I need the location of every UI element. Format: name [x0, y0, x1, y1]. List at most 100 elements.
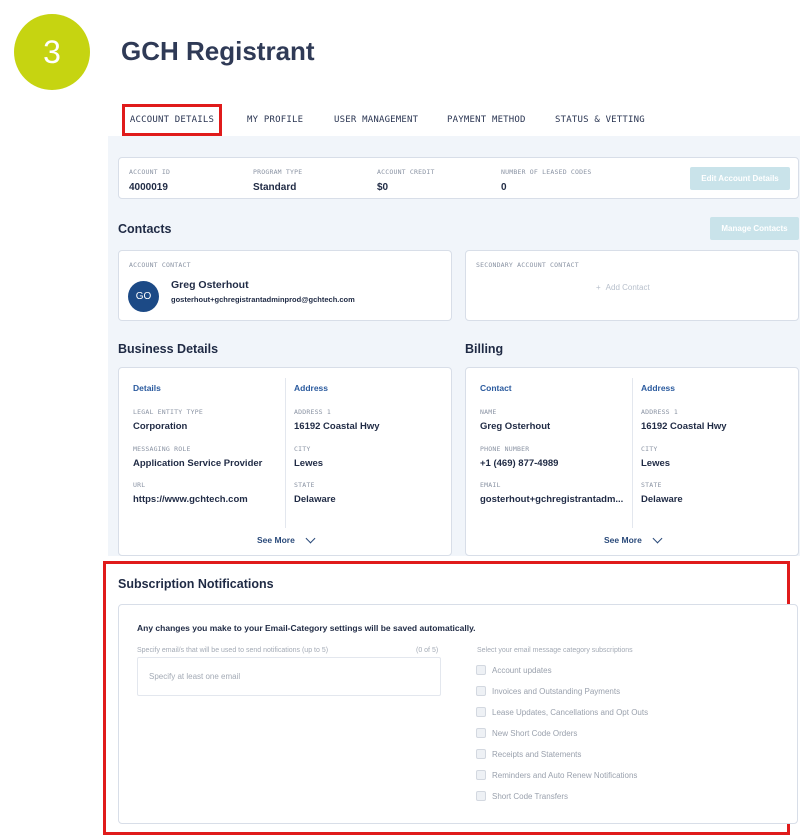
- subscription-notice: Any changes you make to your Email-Categ…: [137, 623, 476, 633]
- category-lease-updates[interactable]: Lease Updates, Cancellations and Opt Out…: [476, 707, 648, 717]
- leased-codes-label: NUMBER OF LEASED CODES: [501, 168, 592, 176]
- messaging-role-value: Application Service Provider: [133, 458, 263, 469]
- secondary-contact-label: SECONDARY ACCOUNT CONTACT: [476, 261, 579, 269]
- email-count: (0 of 5): [416, 647, 439, 654]
- account-id-label: ACCOUNT ID: [129, 168, 171, 176]
- billing-title: Billing: [465, 342, 504, 356]
- messaging-role-field: MESSAGING ROLE Application Service Provi…: [133, 445, 262, 469]
- see-more-label: See More: [257, 535, 295, 545]
- contact-name: Greg Osterhout: [171, 279, 249, 291]
- chevron-down-icon: [305, 533, 316, 543]
- subscription-title: Subscription Notifications: [118, 577, 274, 591]
- category-label: Invoices and Outstanding Payments: [492, 686, 621, 696]
- business-see-more-button[interactable]: See More: [257, 533, 316, 545]
- checkbox[interactable]: [476, 728, 486, 738]
- tab-payment-method[interactable]: PAYMENT METHOD: [447, 104, 526, 136]
- billing-city-field: CITY Lewes: [641, 445, 670, 469]
- category-short-code-transfers[interactable]: Short Code Transfers: [476, 791, 568, 801]
- business-details-head: Details: [133, 383, 161, 393]
- legal-entity-label: LEGAL ENTITY TYPE: [133, 408, 203, 416]
- tab-my-profile[interactable]: MY PROFILE: [247, 104, 303, 136]
- edit-account-details-button[interactable]: Edit Account Details: [690, 167, 790, 190]
- category-hint: Select your email message category subsc…: [477, 647, 633, 654]
- category-label: Account updates: [492, 665, 552, 675]
- column-divider: [285, 378, 286, 528]
- billing-email-value: gosterhout+gchregistrantadm...: [480, 494, 624, 505]
- business-state-value: Delaware: [294, 494, 336, 505]
- add-contact-button[interactable]: + Add Contact: [596, 283, 650, 292]
- subscription-card: Any changes you make to your Email-Categ…: [118, 604, 798, 824]
- secondary-contact-card: SECONDARY ACCOUNT CONTACT + Add Contact: [465, 250, 799, 321]
- billing-see-more-button[interactable]: See More: [604, 533, 663, 545]
- billing-address-head: Address: [641, 383, 676, 393]
- email-input[interactable]: Specify at least one email: [137, 657, 441, 696]
- category-label: New Short Code Orders: [492, 728, 578, 738]
- checkbox[interactable]: [476, 686, 486, 696]
- account-id-value: 4000019: [129, 182, 168, 193]
- chevron-down-icon: [652, 533, 663, 543]
- billing-state-label: STATE: [641, 481, 662, 489]
- add-contact-label: Add Contact: [605, 283, 650, 292]
- account-credit-label: ACCOUNT CREDIT: [377, 168, 435, 176]
- billing-name-label: NAME: [480, 408, 497, 416]
- messaging-role-label: MESSAGING ROLE: [133, 445, 191, 453]
- business-address-head: Address: [294, 383, 329, 393]
- checkbox[interactable]: [476, 707, 486, 717]
- category-receipts[interactable]: Receipts and Statements: [476, 749, 581, 759]
- category-invoices[interactable]: Invoices and Outstanding Payments: [476, 686, 620, 696]
- url-label: URL: [133, 481, 146, 489]
- email-hint: Specify email/s that will be used to sen…: [137, 647, 329, 654]
- category-new-short-code-orders[interactable]: New Short Code Orders: [476, 728, 577, 738]
- business-state-label: STATE: [294, 481, 315, 489]
- see-more-label: See More: [604, 535, 642, 545]
- checkbox[interactable]: [476, 770, 486, 780]
- tab-bar: ACCOUNT DETAILS MY PROFILE USER MANAGEME…: [108, 104, 800, 136]
- legal-entity-field: LEGAL ENTITY TYPE Corporation: [133, 408, 203, 432]
- checkbox[interactable]: [476, 665, 486, 675]
- tab-user-management[interactable]: USER MANAGEMENT: [334, 104, 418, 136]
- step-badge: 3: [14, 14, 90, 90]
- billing-name-value: Greg Osterhout: [480, 421, 551, 432]
- business-city-value: Lewes: [294, 458, 324, 469]
- program-type-field: PROGRAM TYPE Standard: [253, 168, 302, 193]
- billing-city-value: Lewes: [641, 458, 671, 469]
- billing-card: Contact Address NAME Greg Osterhout PHON…: [465, 367, 799, 556]
- page-title: GCH Registrant: [121, 36, 315, 66]
- billing-email-label: EMAIL: [480, 481, 501, 489]
- leased-codes-value: 0: [501, 182, 507, 193]
- category-label: Short Code Transfers: [492, 791, 569, 801]
- checkbox[interactable]: [476, 791, 486, 801]
- plus-icon: +: [596, 283, 601, 292]
- category-label: Receipts and Statements: [492, 749, 582, 759]
- business-address1-value: 16192 Coastal Hwy: [294, 421, 380, 432]
- billing-phone-label: PHONE NUMBER: [480, 445, 530, 453]
- business-city-field: CITY Lewes: [294, 445, 323, 469]
- business-state-field: STATE Delaware: [294, 481, 336, 505]
- business-details-card: Details Address LEGAL ENTITY TYPE Corpor…: [118, 367, 452, 556]
- legal-entity-value: Corporation: [133, 421, 188, 432]
- billing-name-field: NAME Greg Osterhout: [480, 408, 550, 432]
- account-summary-card: ACCOUNT ID 4000019 PROGRAM TYPE Standard…: [118, 157, 799, 199]
- tab-account-details[interactable]: ACCOUNT DETAILS: [122, 104, 222, 136]
- billing-address1-value: 16192 Coastal Hwy: [641, 421, 727, 432]
- manage-contacts-button[interactable]: Manage Contacts: [710, 217, 799, 240]
- business-city-label: CITY: [294, 445, 311, 453]
- category-reminders[interactable]: Reminders and Auto Renew Notifications: [476, 770, 637, 780]
- billing-email-field: EMAIL gosterhout+gchregistrantadm...: [480, 481, 623, 505]
- contacts-title: Contacts: [118, 222, 172, 236]
- billing-state-field: STATE Delaware: [641, 481, 683, 505]
- checkbox[interactable]: [476, 749, 486, 759]
- billing-contact-head: Contact: [480, 383, 512, 393]
- category-label: Reminders and Auto Renew Notifications: [492, 770, 638, 780]
- url-field: URL https://www.gchtech.com: [133, 481, 248, 505]
- program-type-label: PROGRAM TYPE: [253, 168, 303, 176]
- account-contact-card: ACCOUNT CONTACT GO Greg Osterhout goster…: [118, 250, 452, 321]
- billing-address1-field: ADDRESS 1 16192 Coastal Hwy: [641, 408, 727, 432]
- billing-phone-field: PHONE NUMBER +1 (469) 877-4989: [480, 445, 558, 469]
- account-id-field: ACCOUNT ID 4000019: [129, 168, 170, 193]
- billing-address1-label: ADDRESS 1: [641, 408, 679, 416]
- billing-state-value: Delaware: [641, 494, 683, 505]
- url-value: https://www.gchtech.com: [133, 494, 248, 505]
- category-account-updates[interactable]: Account updates: [476, 665, 552, 675]
- tab-status-vetting[interactable]: STATUS & VETTING: [555, 104, 645, 136]
